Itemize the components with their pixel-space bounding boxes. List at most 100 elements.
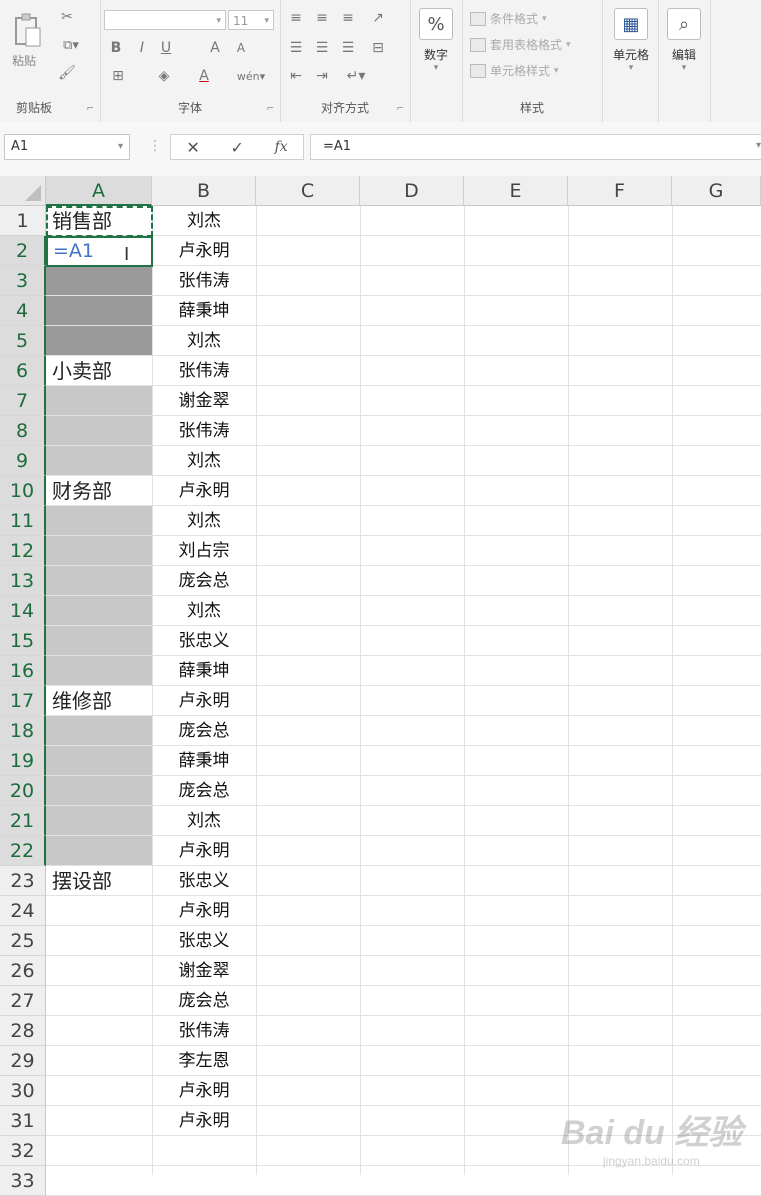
cell-b1[interactable]: 刘杰 <box>152 206 256 236</box>
row-header-1[interactable]: 1 <box>0 206 46 236</box>
column-header-g[interactable]: G <box>672 176 761 206</box>
format-painter-icon[interactable]: 🖌 <box>58 64 76 82</box>
cell-b28[interactable]: 张伟涛 <box>152 1016 256 1046</box>
cell-b23[interactable]: 张忠义 <box>152 866 256 896</box>
paste-label[interactable]: 粘贴 <box>12 52 36 69</box>
cell-b3[interactable]: 张伟涛 <box>152 266 256 296</box>
font-launcher-icon[interactable]: ⌐ <box>266 104 274 114</box>
underline-button[interactable]: U <box>158 38 174 58</box>
cell-a9[interactable] <box>46 446 152 475</box>
row-header-2[interactable]: 2 <box>0 236 46 266</box>
row-header-20[interactable]: 20 <box>0 776 46 806</box>
column-header-d[interactable]: D <box>360 176 464 206</box>
column-header-e[interactable]: E <box>464 176 568 206</box>
cell-b18[interactable]: 庞会总 <box>152 716 256 746</box>
cell-b19[interactable]: 薛秉坤 <box>152 746 256 776</box>
cell-b7[interactable]: 谢金翠 <box>152 386 256 416</box>
row-header-3[interactable]: 3 <box>0 266 46 296</box>
row-header-4[interactable]: 4 <box>0 296 46 326</box>
cell-b15[interactable]: 张忠义 <box>152 626 256 656</box>
row-header-21[interactable]: 21 <box>0 806 46 836</box>
cell-b31[interactable]: 卢永明 <box>152 1106 256 1136</box>
row-header-17[interactable]: 17 <box>0 686 46 716</box>
cell-a22[interactable] <box>46 836 152 865</box>
cell-b9[interactable]: 刘杰 <box>152 446 256 476</box>
row-header-22[interactable]: 22 <box>0 836 46 866</box>
cell-a11[interactable] <box>46 506 152 535</box>
row-header-23[interactable]: 23 <box>0 866 46 896</box>
cell-a2-editor[interactable]: =A1 I <box>46 236 153 267</box>
align-left-icon[interactable]: ☰ <box>286 38 306 58</box>
select-all-corner[interactable] <box>0 176 46 206</box>
cell-b16[interactable]: 薛秉坤 <box>152 656 256 686</box>
number-format-button[interactable]: % 数字 ▾ <box>416 8 456 73</box>
cell-b13[interactable]: 庞会总 <box>152 566 256 596</box>
align-center-icon[interactable]: ☰ <box>312 38 332 58</box>
cell-b25[interactable]: 张忠义 <box>152 926 256 956</box>
cell-a15[interactable] <box>46 626 152 655</box>
cancel-icon[interactable]: ✕ <box>186 138 199 157</box>
cells-button[interactable]: ▦ 单元格 ▾ <box>608 8 654 73</box>
cell-b17[interactable]: 卢永明 <box>152 686 256 716</box>
cell-a19[interactable] <box>46 746 152 775</box>
cell-b22[interactable]: 卢永明 <box>152 836 256 866</box>
italic-button[interactable]: I <box>134 38 150 58</box>
name-box[interactable]: A1 ▾ <box>4 134 130 160</box>
cut-icon[interactable]: ✂ <box>58 8 76 26</box>
cell-a23[interactable]: 摆设部 <box>46 866 152 896</box>
row-header-10[interactable]: 10 <box>0 476 46 506</box>
cell-a20[interactable] <box>46 776 152 805</box>
cell-a18[interactable] <box>46 716 152 745</box>
cell-b6[interactable]: 张伟涛 <box>152 356 256 386</box>
formula-input[interactable]: =A1 <box>310 134 761 160</box>
conditional-format-button[interactable]: 条件格式 ▾ <box>470 10 547 27</box>
cell-b20[interactable]: 庞会总 <box>152 776 256 806</box>
borders-icon[interactable]: ⊞ <box>106 66 130 86</box>
orientation-icon[interactable]: ↗ <box>366 8 390 28</box>
cell-a17[interactable]: 维修部 <box>46 686 152 716</box>
cell-b5[interactable]: 刘杰 <box>152 326 256 356</box>
cell-b24[interactable]: 卢永明 <box>152 896 256 926</box>
column-header-f[interactable]: F <box>568 176 672 206</box>
cell-a21[interactable] <box>46 806 152 835</box>
row-header-28[interactable]: 28 <box>0 1016 46 1046</box>
phonetic-icon[interactable]: wén▾ <box>234 66 268 86</box>
cell-a14[interactable] <box>46 596 152 625</box>
row-header-9[interactable]: 9 <box>0 446 46 476</box>
cell-b14[interactable]: 刘杰 <box>152 596 256 626</box>
row-header-31[interactable]: 31 <box>0 1106 46 1136</box>
wrap-text-icon[interactable]: ↵▾ <box>342 66 370 86</box>
row-header-25[interactable]: 25 <box>0 926 46 956</box>
copy-icon[interactable]: ⧉▾ <box>56 36 86 54</box>
enter-icon[interactable]: ✓ <box>230 138 243 157</box>
font-name-input[interactable]: ▾ <box>104 10 226 30</box>
row-header-13[interactable]: 13 <box>0 566 46 596</box>
row-header-8[interactable]: 8 <box>0 416 46 446</box>
merge-icon[interactable]: ⊟ <box>366 38 390 58</box>
font-size-input[interactable]: 11 ▾ <box>228 10 274 30</box>
alignment-launcher-icon[interactable]: ⌐ <box>396 104 404 114</box>
cell-a7[interactable] <box>46 386 152 415</box>
column-header-a[interactable]: A <box>46 176 152 206</box>
row-header-32[interactable]: 32 <box>0 1136 46 1166</box>
align-bottom-icon[interactable]: ≡ <box>338 8 358 28</box>
paste-icon[interactable] <box>10 10 44 50</box>
increase-indent-icon[interactable]: ⇥ <box>312 66 332 86</box>
cell-b12[interactable]: 刘占宗 <box>152 536 256 566</box>
clipboard-launcher-icon[interactable]: ⌐ <box>86 104 94 114</box>
column-header-b[interactable]: B <box>152 176 256 206</box>
fill-color-icon[interactable]: ◈ <box>152 66 176 86</box>
row-header-29[interactable]: 29 <box>0 1046 46 1076</box>
row-header-15[interactable]: 15 <box>0 626 46 656</box>
row-header-7[interactable]: 7 <box>0 386 46 416</box>
cell-b4[interactable]: 薛秉坤 <box>152 296 256 326</box>
cell-b30[interactable]: 卢永明 <box>152 1076 256 1106</box>
expand-formula-icon[interactable]: ▾ <box>756 140 761 151</box>
cell-a8[interactable] <box>46 416 152 445</box>
row-header-33[interactable]: 33 <box>0 1166 46 1196</box>
row-header-19[interactable]: 19 <box>0 746 46 776</box>
cell-styles-button[interactable]: 单元格样式 ▾ <box>470 62 559 79</box>
align-top-icon[interactable]: ≡ <box>286 8 306 28</box>
cell-a4[interactable] <box>46 296 152 325</box>
cell-a13[interactable] <box>46 566 152 595</box>
